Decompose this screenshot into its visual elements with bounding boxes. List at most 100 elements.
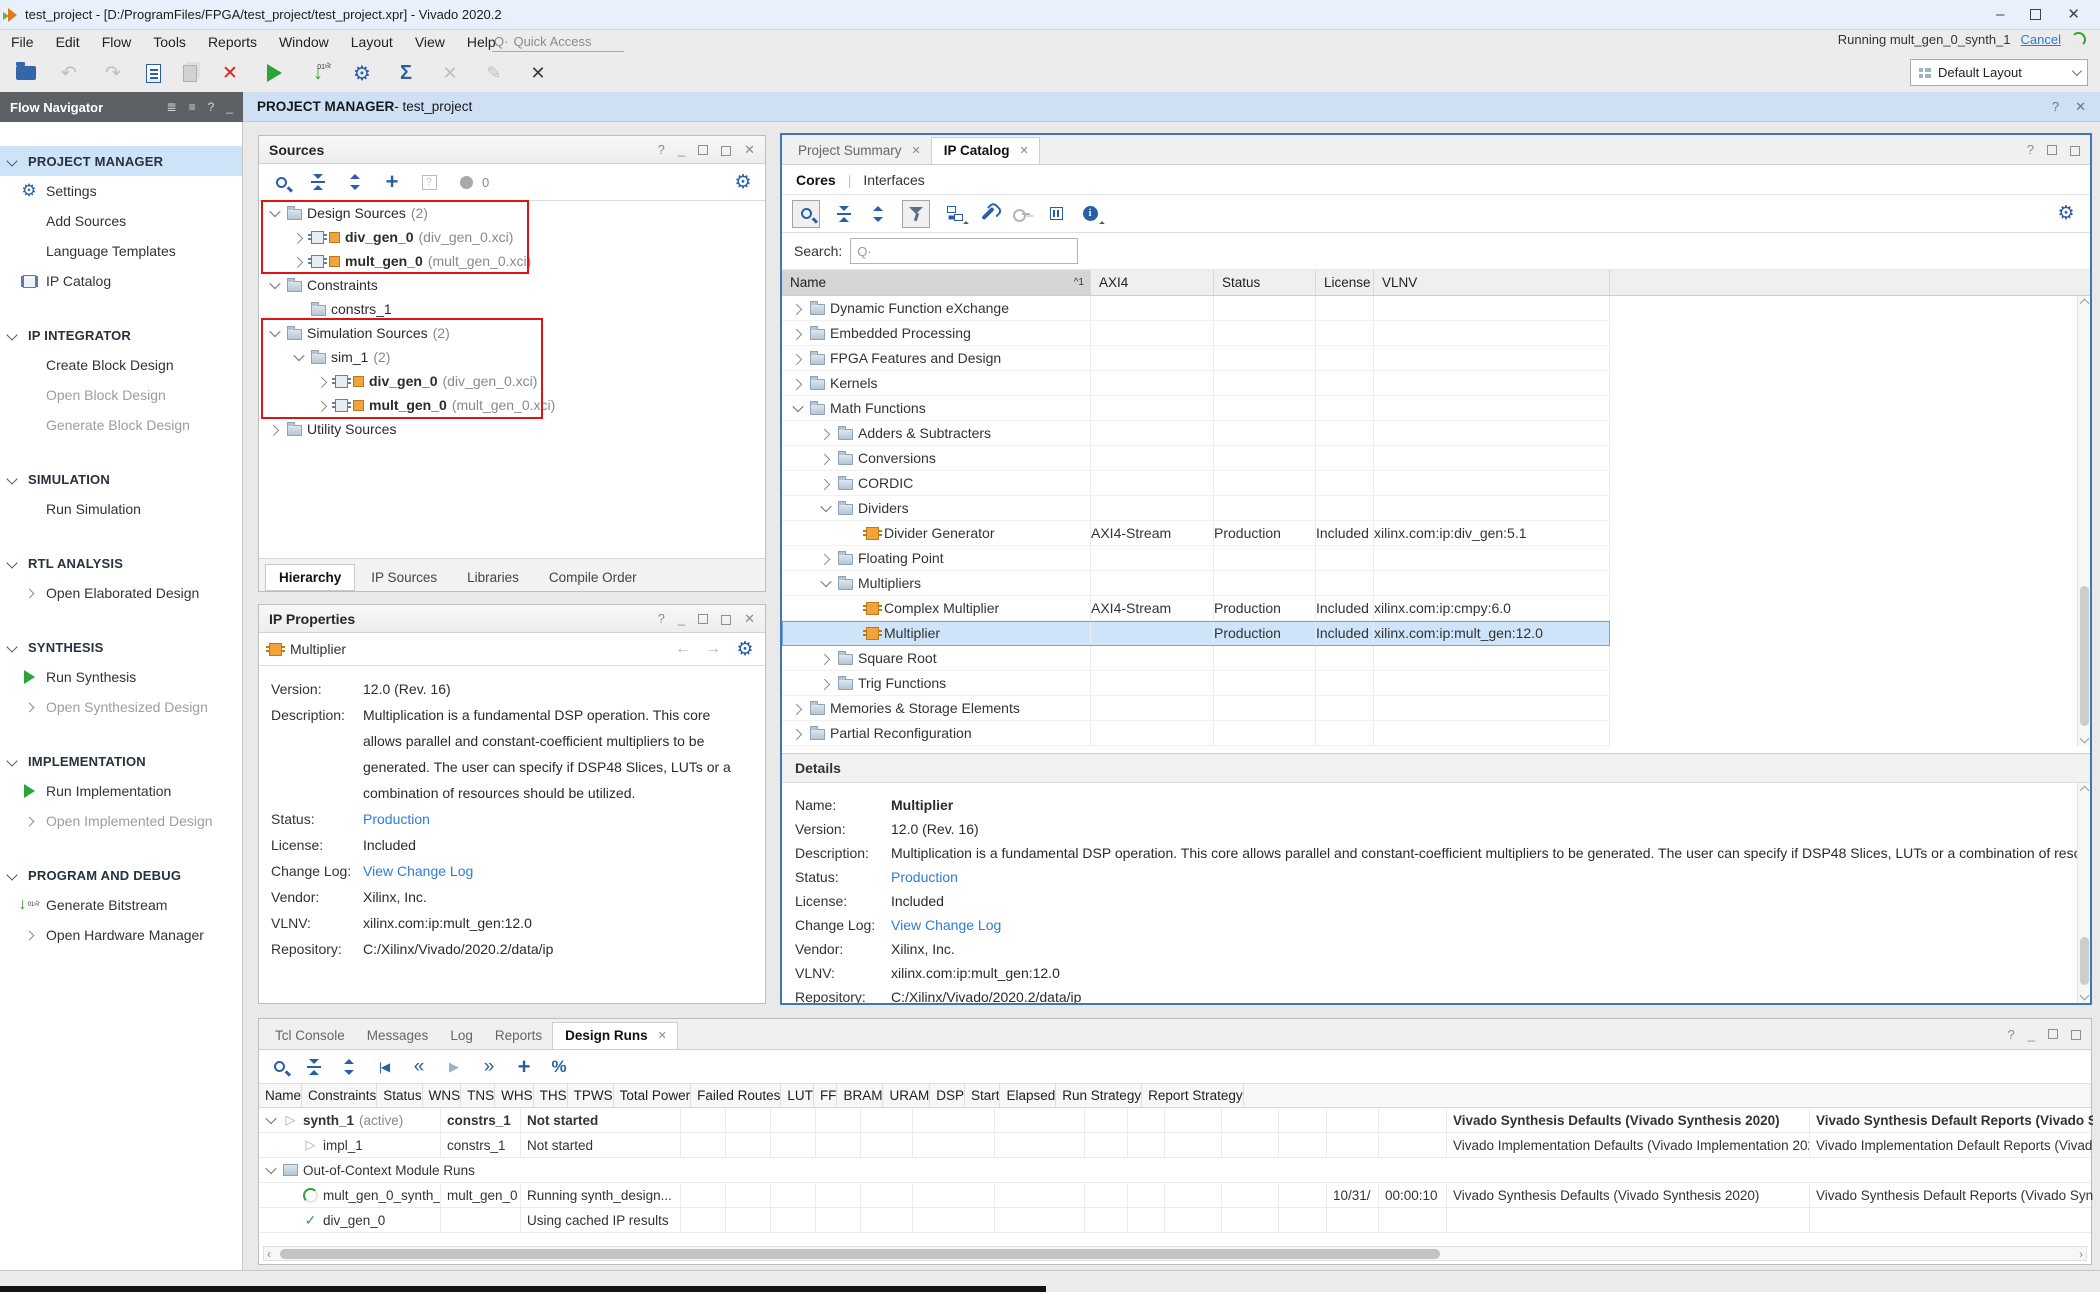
gear-icon[interactable] [2060,204,2080,224]
close-icon[interactable]: ✕ [658,1029,667,1042]
float-icon[interactable] [721,615,731,625]
catalog-row[interactable]: Kernels [782,371,1610,396]
property-value[interactable]: Included [363,832,416,858]
scroll-right-icon[interactable]: › [2079,1247,2083,1261]
flow-navigator-item[interactable]: IMPLEMENTATION [0,746,242,776]
column-header[interactable]: BRAM [837,1084,883,1107]
layout-selector[interactable]: Default Layout [1910,59,2088,86]
catalog-row[interactable]: Conversions [782,446,1610,471]
help-icon[interactable]: ? [208,100,215,114]
catalog-row[interactable]: Trig Functions [782,671,1610,696]
expander-icon[interactable] [267,278,282,293]
bottom-tab[interactable]: Design Runs ✕ [552,1022,678,1049]
detail-value[interactable]: Xilinx, Inc. [891,937,955,961]
catalog-row[interactable]: FPGA Features and Design [782,346,1610,371]
horizontal-scrollbar[interactable]: ‹ › [263,1246,2087,1261]
flow-navigator-item[interactable]: Open Elaborated Design [0,578,242,608]
customize-ip-icon[interactable] [978,204,998,224]
flow-navigator-item[interactable]: SYNTHESIS [0,632,242,662]
catalog-row[interactable]: Adders & Subtracters [782,421,1610,446]
tree-row[interactable]: Design Sources (2) [259,201,765,225]
detail-value[interactable]: xilinx.com:ip:mult_gen:12.0 [891,961,1060,985]
flow-navigator-item[interactable]: RTL ANALYSIS [0,548,242,578]
catalog-row[interactable]: Divider Generator AXI4-Stream Production… [782,521,1610,546]
toolbar-icon[interactable] [16,66,36,80]
column-header[interactable]: Constraints [302,1084,377,1107]
messages-badge-icon[interactable] [456,172,476,192]
next-run-icon[interactable] [479,1057,499,1077]
expander-icon[interactable] [267,326,282,341]
expander-icon[interactable] [790,401,805,416]
tree-row[interactable]: mult_gen_0 (mult_gen_0.xci) [259,249,765,273]
previous-run-icon[interactable] [409,1057,429,1077]
back-arrow-icon[interactable]: ← [675,640,691,658]
column-header[interactable]: Failed Routes [691,1084,781,1107]
details-scrollbar[interactable] [2077,783,2090,1003]
menu-item[interactable]: Edit [45,32,91,52]
expander-icon[interactable] [267,206,282,221]
column-header[interactable]: TNS [461,1084,495,1107]
catalog-row[interactable]: Square Root [782,646,1610,671]
sources-panel-titlebar[interactable]: Sources ? _ ✕ [259,136,765,164]
flow-navigator-item[interactable]: Generate Bitstream [0,890,242,920]
expander-icon[interactable] [291,350,306,365]
add-sources-icon[interactable] [382,172,402,192]
flow-navigator-item[interactable]: IP Catalog [0,266,242,296]
catalog-row[interactable]: Dynamic Function eXchange [782,296,1610,321]
flow-navigator-item[interactable]: Language Templates [0,236,242,266]
run-row[interactable]: synth_1 (active) constrs_1 Not started [259,1108,2091,1133]
expander-icon[interactable] [291,230,306,245]
tree-row[interactable]: Simulation Sources (2) [259,321,765,345]
expander-icon[interactable] [818,501,833,516]
quick-access-search[interactable]: Q· Quick Access [492,32,624,52]
expander-icon[interactable] [818,451,833,466]
tree-row[interactable]: Utility Sources [259,417,765,441]
flow-navigator-item[interactable]: Open Synthesized Design [0,692,242,722]
toolbar-icon[interactable] [219,62,241,84]
help-icon[interactable]: ? [658,611,665,626]
catalog-row[interactable]: Complex Multiplier AXI4-Stream Productio… [782,596,1610,621]
flow-navigator-item[interactable]: Generate Block Design [0,410,242,440]
catalog-row[interactable]: Partial Reconfiguration [782,721,1610,746]
catalog-row[interactable]: Math Functions [782,396,1610,421]
toolbar-icon[interactable] [395,62,417,84]
menu-item[interactable]: Window [268,32,340,52]
expander-icon[interactable] [846,601,861,616]
minimize-button[interactable]: – [1996,7,2004,22]
tab-cores[interactable]: Cores [796,172,836,188]
maximize-icon[interactable] [698,145,708,155]
sources-view-tab[interactable]: IP Sources [357,564,451,591]
flow-navigator-item[interactable]: Run Implementation [0,776,242,806]
catalog-row[interactable]: Dividers [782,496,1610,521]
property-value[interactable]: 12.0 (Rev. 16) [363,676,451,702]
expander-icon[interactable] [846,626,861,641]
expand-all-icon[interactable] [339,1057,359,1077]
expander-icon[interactable] [790,726,805,741]
flow-navigator-item[interactable]: Run Synthesis [0,662,242,692]
property-value[interactable]: Production [363,806,430,832]
column-header-status[interactable]: Status [1214,270,1316,295]
detail-value[interactable]: Multiplication is a fundamental DSP oper… [891,841,2090,865]
bottom-tab[interactable]: Messages [355,1023,439,1049]
expander-icon[interactable] [818,426,833,441]
flow-navigator-item[interactable]: Add Sources [0,206,242,236]
catalog-row[interactable]: Embedded Processing [782,321,1610,346]
menu-item[interactable]: View [404,32,456,52]
toolbar-icon[interactable] [58,62,80,84]
expander-icon[interactable] [790,301,805,316]
detail-value[interactable]: C:/Xilinx/Vivado/2020.2/data/ip [891,985,1081,1003]
close-icon[interactable]: ✕ [1020,144,1029,157]
expander-icon[interactable] [818,651,833,666]
ip-settings-icon[interactable] [1046,204,1066,224]
expand-all-icon[interactable] [868,204,888,224]
column-header[interactable]: TPWS [568,1084,614,1107]
toolbar-icon[interactable] [527,62,549,84]
column-header[interactable]: Name [259,1084,302,1107]
tree-row[interactable]: div_gen_0 (div_gen_0.xci) [259,225,765,249]
column-header[interactable]: Report Strategy [1142,1084,1244,1107]
create-run-icon[interactable] [514,1057,534,1077]
collapse-all-icon[interactable] [834,204,854,224]
scroll-up-icon[interactable] [2080,786,2090,796]
catalog-scrollbar[interactable] [2077,296,2090,746]
tree-row[interactable]: Constraints [259,273,765,297]
